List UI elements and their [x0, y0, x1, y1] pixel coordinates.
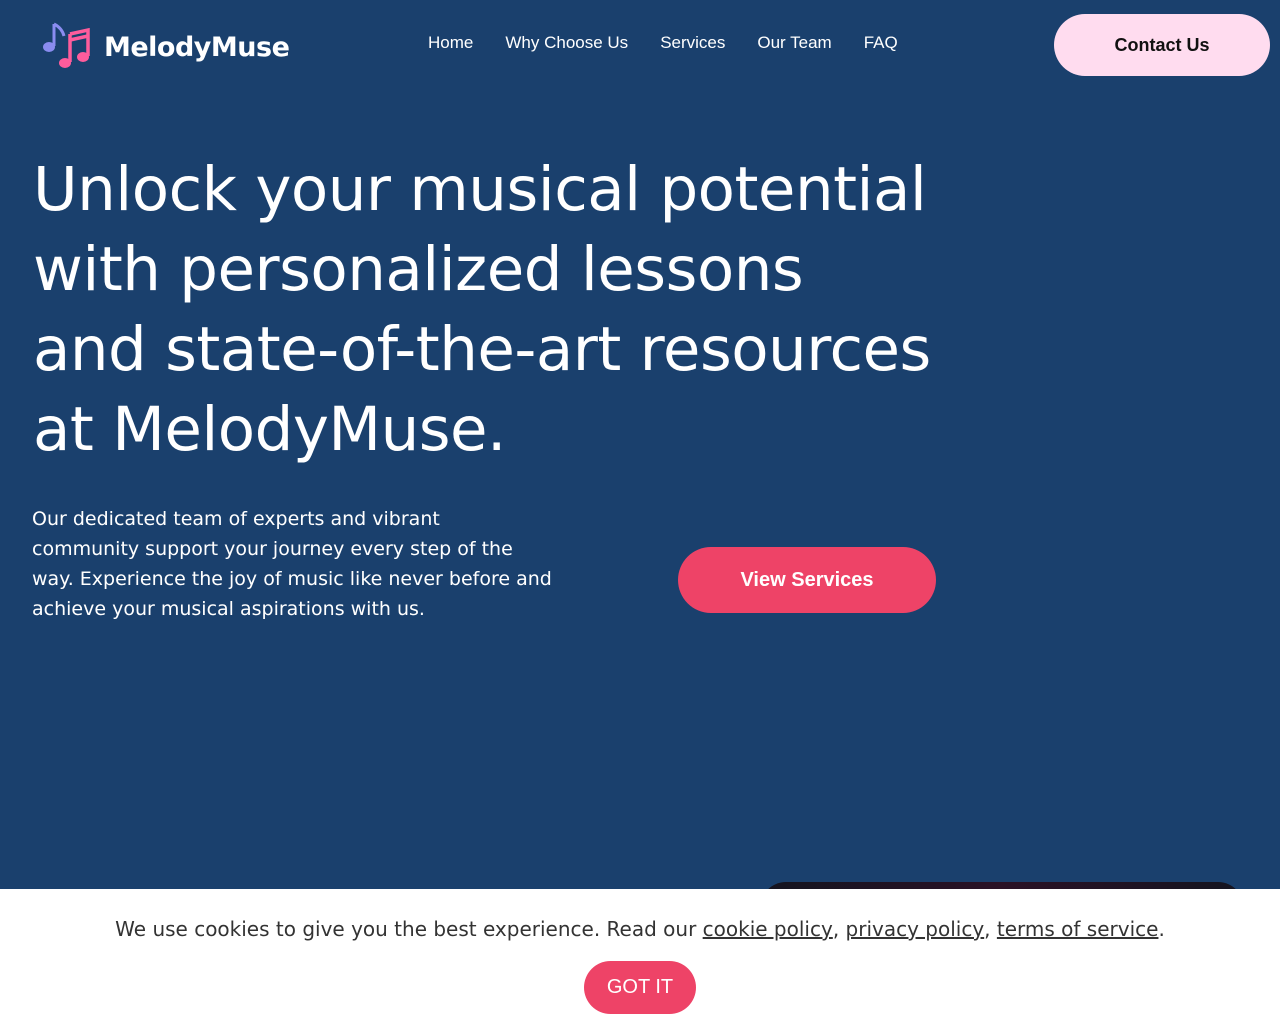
- hero-title: Unlock your musical potential with perso…: [33, 154, 931, 465]
- cookie-separator: ,: [832, 917, 846, 941]
- nav-home[interactable]: Home: [428, 33, 473, 53]
- cookie-policy-link[interactable]: cookie policy: [703, 917, 833, 941]
- cookie-separator: ,: [984, 917, 997, 941]
- music-notes-icon: [40, 20, 92, 74]
- nav-why-choose-us[interactable]: Why Choose Us: [505, 33, 628, 53]
- logo[interactable]: MelodyMuse: [40, 20, 290, 74]
- nav-faq[interactable]: FAQ: [864, 33, 898, 53]
- cookie-text-before: We use cookies to give you the best expe…: [115, 917, 703, 941]
- cookie-text-after: .: [1158, 917, 1165, 941]
- logo-text: MelodyMuse: [104, 31, 290, 63]
- view-services-button[interactable]: View Services: [678, 547, 936, 613]
- main-nav: Home Why Choose Us Services Our Team FAQ: [428, 33, 898, 53]
- cookie-message: We use cookies to give you the best expe…: [0, 917, 1280, 941]
- terms-of-service-link[interactable]: terms of service: [997, 917, 1159, 941]
- privacy-policy-link[interactable]: privacy policy: [846, 917, 985, 941]
- got-it-button[interactable]: GOT IT: [584, 961, 696, 1014]
- contact-us-button[interactable]: Contact Us: [1054, 14, 1270, 76]
- site-header: MelodyMuse Home Why Choose Us Services O…: [0, 0, 1280, 90]
- nav-services[interactable]: Services: [660, 33, 725, 53]
- cookie-banner: We use cookies to give you the best expe…: [0, 889, 1280, 1024]
- nav-our-team[interactable]: Our Team: [757, 33, 831, 53]
- hero-description: Our dedicated team of experts and vibran…: [32, 508, 552, 620]
